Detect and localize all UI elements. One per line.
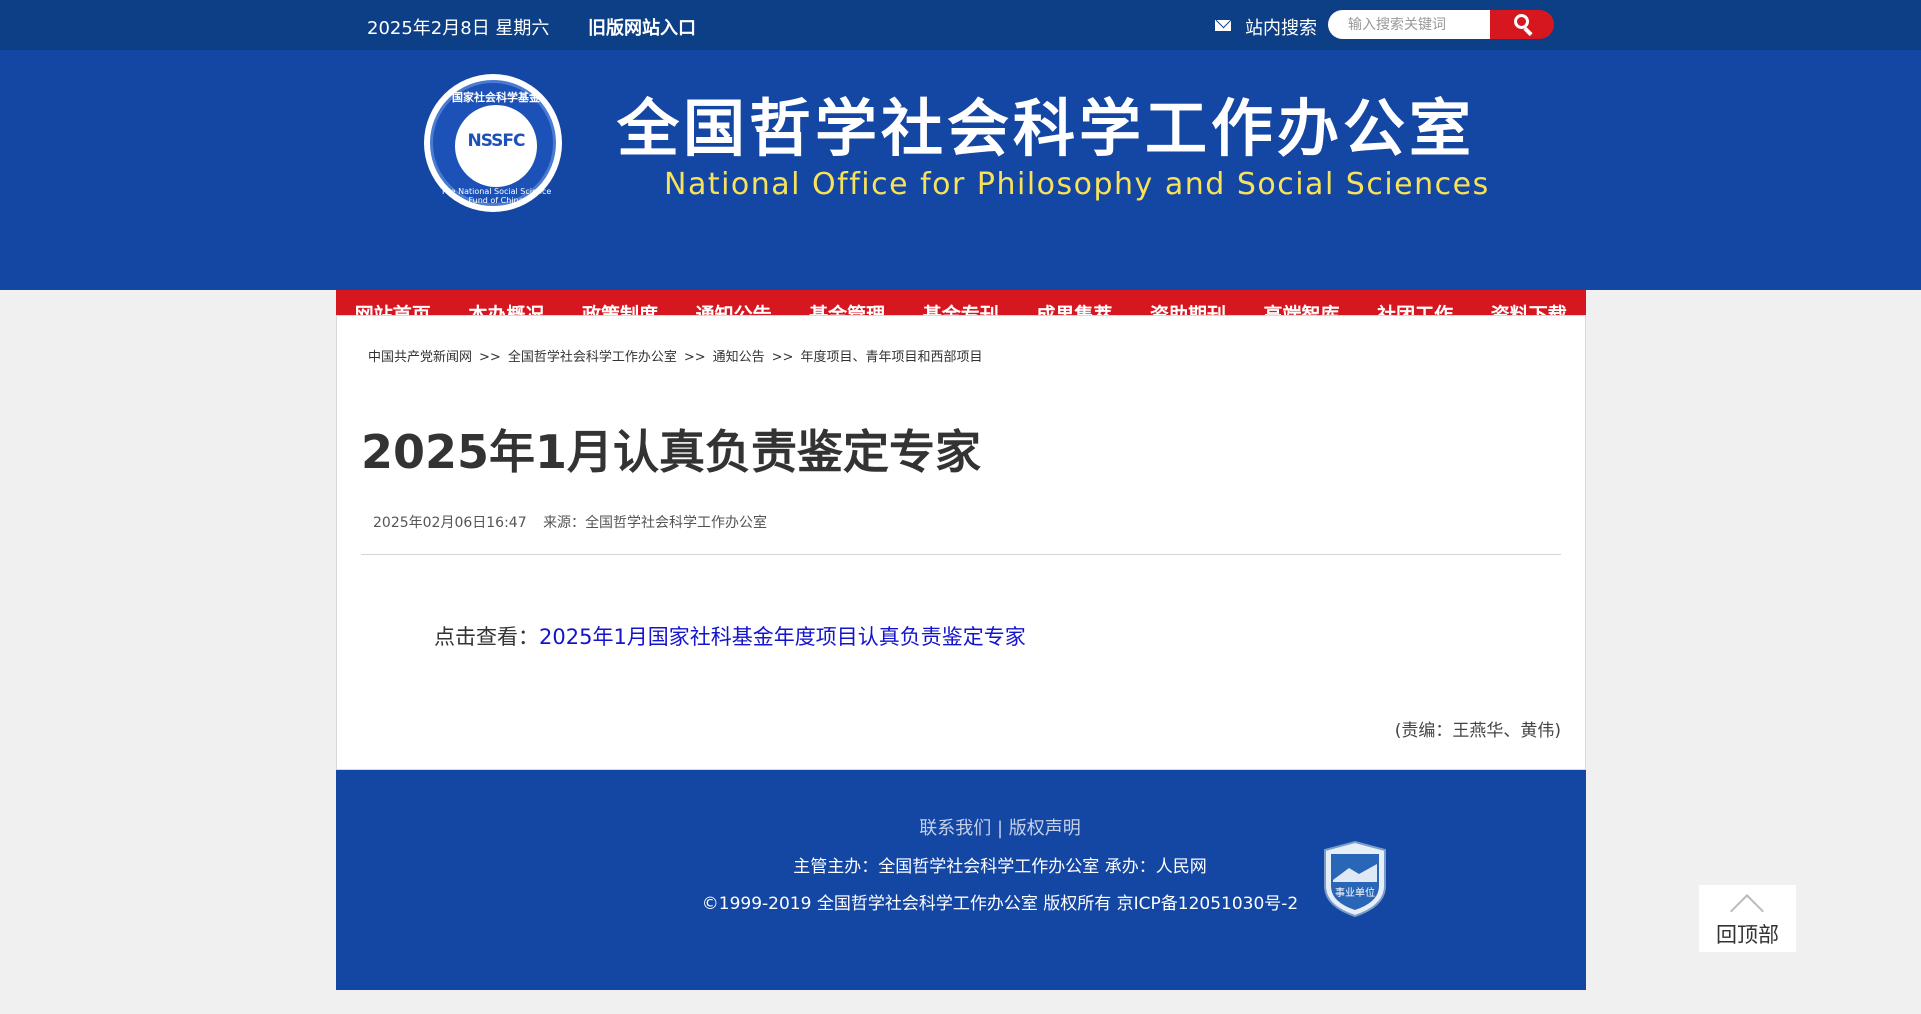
mail-icon [1215,20,1231,31]
breadcrumb: 中国共产党新闻网 >> 全国哲学社会科学工作办公室 >> 通知公告 >> 年度项目、青年项目… [368,350,983,365]
search-input[interactable] [1328,10,1490,39]
old-site-link[interactable]: 旧版网站入口 [588,14,696,40]
logo-ring-bottom-text: The National Social Science Fund of Chin… [440,187,552,205]
search-button[interactable] [1490,10,1554,39]
article-panel: 中国共产党新闻网 >> 全国哲学社会科学工作办公室 >> 通知公告 >> 年度项目、青年项目… [336,315,1586,770]
nssfc-logo[interactable]: 国家社会科学基金 NSSFC The National Social Scien… [424,74,562,212]
contact-link[interactable]: 联系我们 [919,818,991,839]
editor-credit: (责编：王燕华、黄伟) [1394,721,1561,741]
expert-list-link[interactable]: 2025年1月国家社科基金年度项目认真负责鉴定专家 [539,625,1026,649]
article-title: 2025年1月认真负责鉴定专家 [361,425,982,479]
site-title-cn: 全国哲学社会科学工作办公室 [617,92,1476,165]
article-source: 全国哲学社会科学工作办公室 [585,515,768,531]
logo-ring-top-text: 国家社会科学基金 [452,91,540,104]
public-institution-badge[interactable]: 事业单位 [1321,840,1389,918]
breadcrumb-item[interactable]: 全国哲学社会科学工作办公室 [508,350,677,365]
footer-links: 联系我们 | 版权声明 [919,818,1081,839]
footer-host-info: 主管主办：全国哲学社会科学工作办公室 承办：人民网 [793,857,1207,877]
divider [361,554,1561,555]
source-label: 来源： [543,515,586,531]
breadcrumb-item[interactable]: 年度项目、青年项目和西部项目 [800,350,982,365]
back-to-top-button[interactable]: 回顶部 [1699,885,1796,952]
logo-text: NSSFC [467,131,525,151]
article-body: 点击查看：2025年1月国家社科基金年度项目认真负责鉴定专家 [434,621,1026,651]
top-bar: 2025年2月8日 星期六 旧版网站入口 站内搜索 [0,0,1921,50]
footer-copyright: ©1999-2019 全国哲学社会科学工作办公室 版权所有 京ICP备12051… [701,894,1299,914]
article-meta: 2025年02月06日16:47 来源：全国哲学社会科学工作办公室 [373,512,767,532]
site-header: 国家社会科学基金 NSSFC The National Social Scien… [0,50,1921,340]
article-datetime: 2025年02月06日16:47 [373,515,527,531]
breadcrumb-item[interactable]: 中国共产党新闻网 [368,350,472,365]
breadcrumb-item[interactable]: 通知公告 [713,350,765,365]
site-title-en: National Office for Philosophy and Socia… [664,167,1490,202]
site-footer: 联系我们 | 版权声明 主管主办：全国哲学社会科学工作办公室 承办：人民网 ©1… [336,770,1586,990]
copyright-link[interactable]: 版权声明 [1009,818,1081,839]
link-prefix: 点击查看： [434,625,539,649]
badge-text: 事业单位 [1335,886,1375,899]
site-search-label: 站内搜索 [1245,18,1317,39]
current-date: 2025年2月8日 星期六 [367,18,550,39]
back-to-top-label: 回顶部 [1716,923,1779,947]
